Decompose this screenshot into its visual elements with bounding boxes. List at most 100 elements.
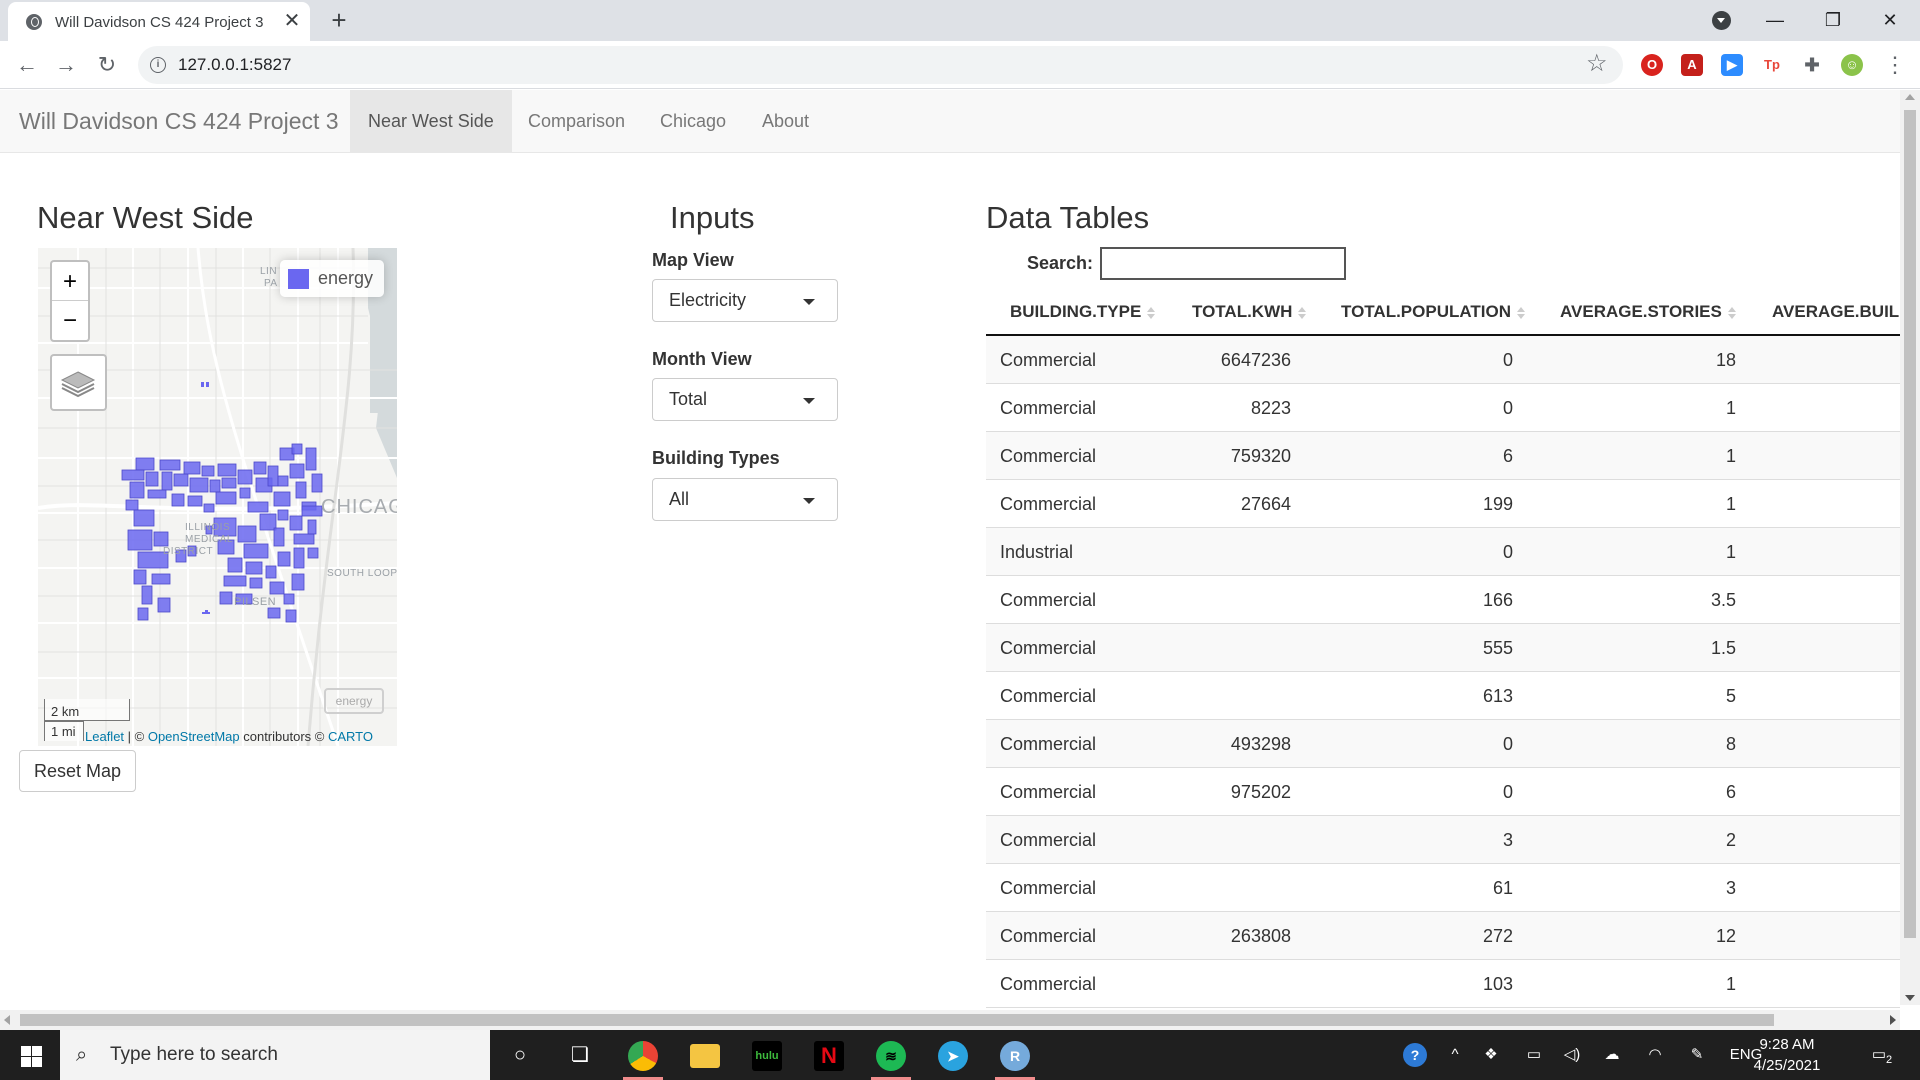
building-types-label: Building Types xyxy=(652,448,780,468)
column-header-average-building[interactable]: AVERAGE.BUIL xyxy=(1772,290,1899,334)
cell-average-stories: 1 xyxy=(1725,398,1736,418)
tab-about[interactable]: About xyxy=(744,90,827,152)
app-brand[interactable]: Will Davidson CS 424 Project 3 xyxy=(19,108,339,135)
table-row[interactable]: Commercial 166 3.5 xyxy=(986,576,1900,624)
table-row[interactable]: Commercial 975202 0 6 xyxy=(986,768,1900,816)
minimize-icon[interactable]: — xyxy=(1752,0,1798,40)
table-row[interactable]: Commercial 61 3 xyxy=(986,864,1900,912)
browser-tab[interactable]: Will Davidson CS 424 Project 3 ✕ xyxy=(8,2,310,41)
cell-building-type: Commercial xyxy=(1000,734,1097,754)
osm-link[interactable]: OpenStreetMap xyxy=(148,729,240,744)
browser-toolbar: ← → ↻ i 127.0.0.1:5827 ☆ O A ▶ Tp ✚ ☺ ⋮ xyxy=(0,41,1920,89)
leaflet-link[interactable]: Leaflet xyxy=(85,729,124,744)
zoom-in-button[interactable]: + xyxy=(52,262,88,301)
hulu-icon[interactable]: hulu xyxy=(737,1030,797,1080)
column-header-total-kwh[interactable]: TOTAL.KWH xyxy=(1192,290,1307,334)
help-icon[interactable]: ? xyxy=(1398,1030,1432,1080)
legend-label: energy xyxy=(318,268,374,288)
opera-extension-icon[interactable]: O xyxy=(1641,54,1663,76)
site-info-icon[interactable]: i xyxy=(150,57,166,73)
scroll-up-arrow-icon[interactable] xyxy=(1905,94,1915,100)
extensions-puzzle-icon[interactable]: ✚ xyxy=(1801,54,1823,76)
table-row[interactable]: Commercial 6647236 0 18 xyxy=(986,336,1900,384)
table-row[interactable]: Commercial 555 1.5 xyxy=(986,624,1900,672)
map-place-label: ILLINOIS xyxy=(185,522,231,533)
globe-icon xyxy=(26,14,42,30)
horizontal-scroll-thumb[interactable] xyxy=(20,1014,1774,1026)
system-clock[interactable]: 9:28 AM 4/25/2021 xyxy=(1747,1034,1827,1076)
tab-search-icon[interactable] xyxy=(1712,11,1731,30)
page-horizontal-scrollbar[interactable] xyxy=(0,1010,1900,1030)
pen-icon[interactable]: ✎ xyxy=(1682,1030,1712,1080)
table-row[interactable]: Commercial 27664 199 1 xyxy=(986,480,1900,528)
close-window-icon[interactable]: ✕ xyxy=(1867,0,1913,40)
cell-total-population: 61 xyxy=(1492,878,1513,898)
table-row[interactable]: Commercial 613 5 xyxy=(986,672,1900,720)
carto-link[interactable]: CARTO xyxy=(328,729,373,744)
taskbar-search-box[interactable]: ⌕ Type here to search xyxy=(60,1030,490,1080)
new-tab-button[interactable]: + xyxy=(325,6,353,34)
column-header-total-population[interactable]: TOTAL.POPULATION xyxy=(1341,290,1525,334)
tab-near-west-side[interactable]: Near West Side xyxy=(350,90,512,152)
back-icon[interactable]: ← xyxy=(13,51,41,79)
reload-icon[interactable]: ↻ xyxy=(93,51,121,79)
table-row[interactable]: Commercial 103 1 xyxy=(986,960,1900,1008)
dropbox-icon[interactable]: ❖ xyxy=(1476,1030,1506,1080)
table-search-input[interactable] xyxy=(1100,247,1346,280)
table-row[interactable]: Commercial 8223 0 1 xyxy=(986,384,1900,432)
netflix-icon[interactable]: N xyxy=(799,1030,859,1080)
url-text[interactable]: 127.0.0.1:5827 xyxy=(178,55,291,75)
tp-extension-icon[interactable]: Tp xyxy=(1761,54,1783,76)
volume-icon[interactable]: ◁) xyxy=(1557,1030,1587,1080)
cell-total-population: 272 xyxy=(1482,926,1513,946)
show-hidden-icons-chevron-icon[interactable]: ^ xyxy=(1440,1030,1470,1080)
r-icon[interactable]: R xyxy=(985,1030,1045,1080)
cell-average-stories: 3 xyxy=(1725,878,1736,898)
data-table: BUILDING.TYPE TOTAL.KWH TOTAL.POPULATION… xyxy=(986,290,1900,1010)
map-view-select[interactable]: Electricity xyxy=(652,279,838,322)
file-explorer-icon[interactable] xyxy=(675,1030,735,1080)
zoom-extension-icon[interactable]: ▶ xyxy=(1721,54,1743,76)
page-vertical-scrollbar[interactable] xyxy=(1900,90,1920,1005)
tab-comparison[interactable]: Comparison xyxy=(510,90,643,152)
address-bar[interactable]: i 127.0.0.1:5827 ☆ xyxy=(138,46,1623,84)
browser-menu-icon[interactable]: ⋮ xyxy=(1884,51,1906,79)
table-row[interactable]: Industrial 0 1 xyxy=(986,528,1900,576)
scroll-right-arrow-icon[interactable] xyxy=(1890,1015,1896,1025)
inputs-title: Inputs xyxy=(670,200,755,235)
close-tab-icon[interactable]: ✕ xyxy=(280,9,304,33)
telegram-icon[interactable]: ➤ xyxy=(923,1030,983,1080)
spotify-icon[interactable]: ≋ xyxy=(861,1030,921,1080)
month-view-select[interactable]: Total xyxy=(652,378,838,421)
pdf-extension-icon[interactable]: A xyxy=(1681,54,1703,76)
sort-icon xyxy=(1147,306,1156,319)
table-row[interactable]: Commercial 3 2 xyxy=(986,816,1900,864)
tab-chicago[interactable]: Chicago xyxy=(642,90,744,152)
notification-center-icon[interactable]: ▭2 xyxy=(1862,1030,1902,1080)
profile-avatar-icon[interactable]: ☺ xyxy=(1841,54,1863,76)
map-view-label: Map View xyxy=(652,250,734,270)
reset-map-button[interactable]: Reset Map xyxy=(19,750,136,792)
scroll-down-arrow-icon[interactable] xyxy=(1905,995,1915,1001)
vertical-scroll-thumb[interactable] xyxy=(1904,110,1916,938)
scroll-left-arrow-icon[interactable] xyxy=(4,1015,10,1025)
zoom-out-button[interactable]: − xyxy=(52,301,88,340)
wifi-icon[interactable]: ◠ xyxy=(1640,1030,1670,1080)
column-header-average-stories[interactable]: AVERAGE.STORIES xyxy=(1560,290,1736,334)
table-row[interactable]: Commercial 759320 6 1 xyxy=(986,432,1900,480)
chrome-icon[interactable] xyxy=(613,1030,673,1080)
task-view-icon[interactable]: ❏ xyxy=(550,1030,610,1080)
forward-icon[interactable]: → xyxy=(52,51,80,79)
leaflet-map[interactable]: + − energy LIN PA CHICAG ILLINOIS MEDICA… xyxy=(38,248,397,746)
cortana-icon[interactable]: ○ xyxy=(490,1030,550,1080)
table-row[interactable]: Commercial 263808 272 12 xyxy=(986,912,1900,960)
building-types-select[interactable]: All xyxy=(652,478,838,521)
restore-icon[interactable]: ❐ xyxy=(1810,0,1856,40)
windows-start-button[interactable] xyxy=(0,1030,60,1080)
layers-control[interactable] xyxy=(50,354,107,411)
bookmark-star-icon[interactable]: ☆ xyxy=(1586,50,1608,78)
column-header-building-type[interactable]: BUILDING.TYPE xyxy=(1010,290,1156,334)
onedrive-icon[interactable]: ☁ xyxy=(1597,1030,1627,1080)
table-row[interactable]: Commercial 493298 0 8 xyxy=(986,720,1900,768)
battery-icon[interactable]: ▭ xyxy=(1519,1030,1549,1080)
